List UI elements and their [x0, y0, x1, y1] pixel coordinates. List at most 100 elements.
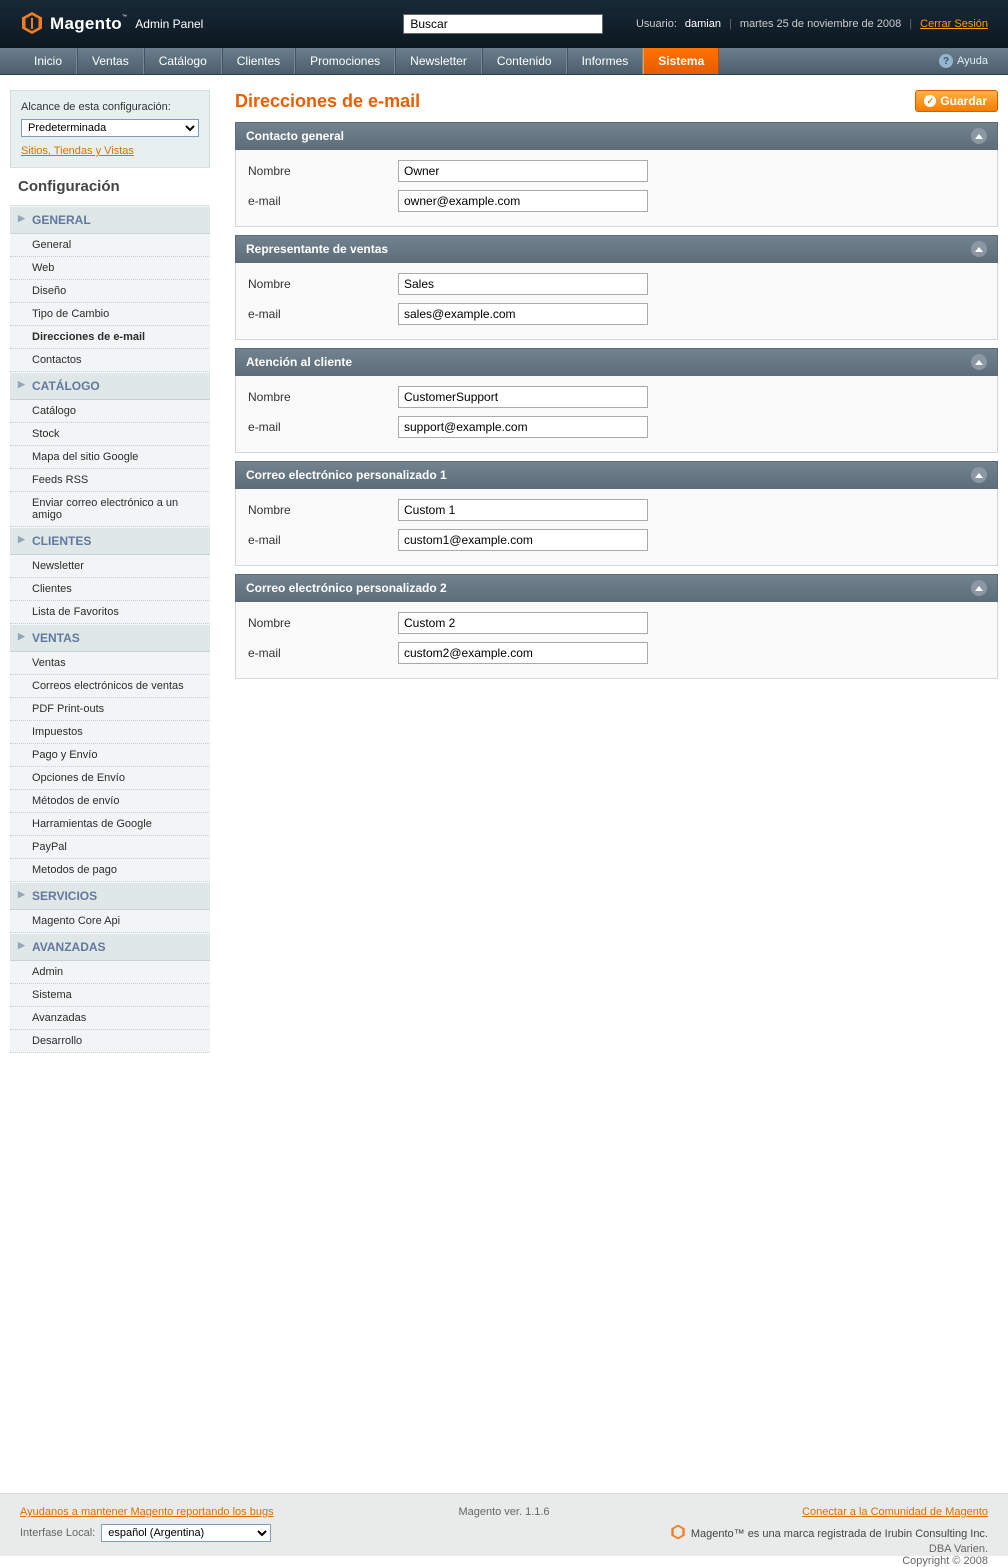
sidebar-item[interactable]: Clientes [10, 578, 210, 601]
scope-select[interactable]: Predeterminada [21, 119, 199, 137]
sidebar-item[interactable]: Web [10, 257, 210, 280]
sidebar-group-catálogo[interactable]: CATÁLOGO [10, 372, 210, 400]
locale-select[interactable]: español (Argentina) [101, 1524, 271, 1542]
sidebar-item[interactable]: PDF Print-outs [10, 698, 210, 721]
scope-label: Alcance de esta configuración: [21, 101, 199, 113]
nav-item-informes[interactable]: Informes [567, 48, 644, 74]
sidebar-group-clientes[interactable]: CLIENTES [10, 527, 210, 555]
logout-link[interactable]: Cerrar Sesión [920, 18, 988, 30]
fieldset-head[interactable]: Representante de ventas [235, 235, 998, 263]
sidebar-item[interactable]: Mapa del sitio Google [10, 446, 210, 469]
sidebar-item[interactable]: Metodos de pago [10, 859, 210, 882]
nav-item-contenido[interactable]: Contenido [482, 48, 567, 74]
nav-item-clientes[interactable]: Clientes [222, 48, 295, 74]
sidebar-item[interactable]: Feeds RSS [10, 469, 210, 492]
name-input[interactable] [398, 273, 648, 295]
email-input[interactable] [398, 190, 648, 212]
name-input[interactable] [398, 499, 648, 521]
sidebar-item[interactable]: Correos electrónicos de ventas [10, 675, 210, 698]
sidebar-item[interactable]: Admin [10, 961, 210, 984]
email-input[interactable] [398, 529, 648, 551]
email-label: e-mail [248, 194, 398, 208]
nav-item-sistema[interactable]: Sistema [643, 48, 719, 74]
fieldset: Contacto general Nombre e-mail [235, 122, 998, 227]
sidebar-item[interactable]: Enviar correo electrónico a un amigo [10, 492, 210, 527]
email-label: e-mail [248, 420, 398, 434]
help-link[interactable]: ?Ayuda [919, 48, 1008, 74]
sidebar-item[interactable]: Impuestos [10, 721, 210, 744]
fieldset-head[interactable]: Correo electrónico personalizado 2 [235, 574, 998, 602]
scope-link[interactable]: Sitios, Tiendas y Vistas [21, 145, 199, 157]
fieldset-body: Nombree-mail [235, 489, 998, 566]
header-date: martes 25 de noviembre de 2008 [740, 18, 901, 30]
footer-copyright: Copyright © 2008 [670, 1555, 988, 1567]
page-title: Direcciones de e-mail [235, 91, 420, 112]
email-input[interactable] [398, 416, 648, 438]
nav-item-promociones[interactable]: Promociones [295, 48, 395, 74]
sidebar-item[interactable]: Ventas [10, 652, 210, 675]
scope-box: Alcance de esta configuración: Predeterm… [10, 90, 210, 168]
sidebar-group-avanzadas[interactable]: AVANZADAS [10, 933, 210, 961]
help-icon: ? [939, 54, 953, 68]
main-nav: InicioVentasCatálogoClientesPromocionesN… [0, 48, 1008, 75]
name-input[interactable] [398, 612, 648, 634]
nav-item-ventas[interactable]: Ventas [77, 48, 144, 74]
magento-logo-icon [20, 11, 44, 38]
email-label: e-mail [248, 533, 398, 547]
name-label: Nombre [248, 277, 398, 291]
fieldset-head[interactable]: Correo electrónico personalizado 1 [235, 461, 998, 489]
sidebar-item[interactable]: Pago y Envío [10, 744, 210, 767]
sidebar-group-servicios[interactable]: SERVICIOS [10, 882, 210, 910]
save-button[interactable]: ✓ Guardar [915, 90, 998, 112]
collapse-icon[interactable] [971, 241, 987, 257]
sidebar-item[interactable]: Catálogo [10, 400, 210, 423]
email-input[interactable] [398, 303, 648, 325]
sidebar-item[interactable]: Tipo de Cambio [10, 303, 210, 326]
nav-item-catálogo[interactable]: Catálogo [144, 48, 222, 74]
search-input[interactable] [403, 14, 603, 34]
sidebar-item[interactable]: Magento Core Api [10, 910, 210, 933]
sidebar-group-general[interactable]: GENERAL [10, 206, 210, 234]
logo: Magento™ Admin Panel [20, 11, 203, 38]
fieldset-head[interactable]: Contacto general [235, 122, 998, 150]
main-content: Direcciones de e-mail ✓ Guardar Contacto… [210, 90, 998, 687]
sidebar-item[interactable]: Contactos [10, 349, 210, 372]
sidebar-item[interactable]: Diseño [10, 280, 210, 303]
collapse-icon[interactable] [971, 354, 987, 370]
fieldset-head[interactable]: Atención al cliente [235, 348, 998, 376]
connect-link[interactable]: Conectar a la Comunidad de Magento [802, 1506, 988, 1518]
user-name: damian [685, 18, 721, 30]
footer: Ayudanos a mantener Magento reportando l… [0, 1493, 1008, 1556]
sidebar-group-ventas[interactable]: VENTAS [10, 624, 210, 652]
email-input[interactable] [398, 642, 648, 664]
sidebar-item[interactable]: Desarrollo [10, 1030, 210, 1053]
sidebar-item[interactable]: Harramientas de Google [10, 813, 210, 836]
collapse-icon[interactable] [971, 467, 987, 483]
sidebar-item[interactable]: Newsletter [10, 555, 210, 578]
sidebar-item[interactable]: Avanzadas [10, 1007, 210, 1030]
name-input[interactable] [398, 160, 648, 182]
sidebar-item[interactable]: Sistema [10, 984, 210, 1007]
logo-text: Magento™ [50, 14, 127, 34]
sidebar-item[interactable]: Lista de Favoritos [10, 601, 210, 624]
fieldset: Correo electrónico personalizado 1Nombre… [235, 461, 998, 566]
fieldset-title: Contacto general [246, 129, 344, 143]
sidebar-item[interactable]: PayPal [10, 836, 210, 859]
nav-item-newsletter[interactable]: Newsletter [395, 48, 482, 74]
sidebar-item[interactable]: General [10, 234, 210, 257]
page-head: Direcciones de e-mail ✓ Guardar [235, 90, 998, 112]
sidebar-item[interactable]: Opciones de Envío [10, 767, 210, 790]
name-label: Nombre [248, 390, 398, 404]
nav-item-inicio[interactable]: Inicio [20, 48, 77, 74]
name-input[interactable] [398, 386, 648, 408]
email-label: e-mail [248, 307, 398, 321]
save-button-label: Guardar [940, 94, 987, 108]
sidebar-item[interactable]: Direcciones de e-mail [10, 326, 210, 349]
footer-right: Conectar a la Comunidad de Magento Magen… [670, 1506, 988, 1567]
name-label: Nombre [248, 164, 398, 178]
collapse-icon[interactable] [971, 580, 987, 596]
sidebar-item[interactable]: Stock [10, 423, 210, 446]
collapse-icon[interactable] [971, 128, 987, 144]
sidebar-item[interactable]: Métodos de envío [10, 790, 210, 813]
fieldset: Representante de ventas Nombre e-mail [235, 235, 998, 340]
